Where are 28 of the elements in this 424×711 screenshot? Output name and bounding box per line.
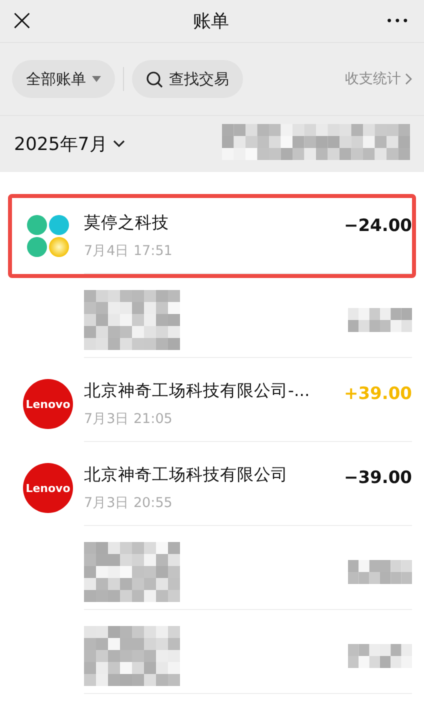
bill-filter-dropdown[interactable]: 全部账单 <box>12 60 115 98</box>
search-icon <box>146 70 163 88</box>
close-icon[interactable]: × <box>8 6 36 36</box>
amount: −24.00 <box>344 216 412 236</box>
merchant-name: 北京神奇工场科技有限公司 <box>84 464 288 486</box>
transaction-time: 7月3日 21:05 <box>84 410 174 428</box>
row-background[interactable]: Lenovo 北京神奇工场科技有限公司-... 7月3日 21:05 +39.00 <box>8 362 416 446</box>
redacted-mosaic <box>348 560 412 584</box>
month-picker[interactable]: 2025年7月 <box>14 132 126 156</box>
more-icon[interactable]: ••• <box>386 14 410 28</box>
redacted-mosaic <box>348 644 412 668</box>
logo-icon <box>26 214 70 258</box>
brand-logo: Lenovo <box>23 463 73 513</box>
search-button[interactable]: 查找交易 <box>132 60 243 98</box>
transaction-time: 7月4日 17:51 <box>84 242 172 260</box>
chevron-icon <box>405 73 412 85</box>
row-background[interactable]: Lenovo 北京神奇工场科技有限公司 7月3日 20:55 −39.00 <box>8 446 416 530</box>
chevron-down-icon <box>113 140 126 148</box>
redacted-mosaic <box>348 308 412 332</box>
page-title: 账单 <box>192 10 229 33</box>
brand-logo: Lenovo <box>23 379 73 429</box>
merchant-name: 北京神奇工场科技有限公司-... <box>84 380 310 402</box>
amount: −39.00 <box>344 468 412 488</box>
transaction-time: 7月3日 20:55 <box>84 494 174 512</box>
highlight-frame[interactable]: 莫停之科技 7月4日 17:51 −24.00 <box>8 194 416 278</box>
caret-icon <box>92 76 101 82</box>
merchant-name: 莫停之科技 <box>84 212 170 234</box>
amount: +39.00 <box>344 384 412 404</box>
